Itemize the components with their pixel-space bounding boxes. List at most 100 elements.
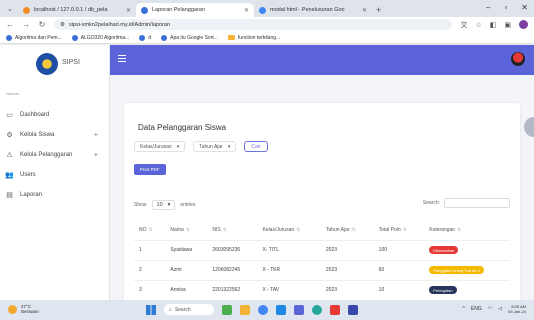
search-label: Search:: [422, 200, 440, 206]
search-button[interactable]: Cari: [244, 141, 268, 152]
chrome-app-icon[interactable]: [258, 304, 268, 315]
bookmark-folder[interactable]: function terbilang...: [227, 35, 280, 41]
sidebar-item-label: Laporan: [20, 192, 43, 198]
bookmark-favicon-icon: [6, 34, 12, 41]
entries-select[interactable]: 10 ▾: [151, 200, 176, 210]
violations-table: NO ⇅ Nama ⇅ NIS ⇅ Kelas/Jurusan ⇅ Tahun Ajar…: [134, 220, 510, 301]
close-window-icon[interactable]: ✕: [521, 3, 528, 12]
warning-icon: ⚠: [6, 152, 13, 159]
class-select-value: Kelas/Jurusan: [140, 143, 172, 150]
chevron-down-icon: ▾: [176, 143, 180, 150]
browser-tab-1[interactable]: Laporan Pelanggaran ✕: [136, 3, 254, 17]
status-badge: Dikeluarkan: [429, 246, 459, 254]
folder-icon: [227, 35, 235, 40]
reload-icon[interactable]: ↻: [38, 20, 46, 29]
browser-actions: 文 ☆ ◧ ▣: [460, 20, 528, 30]
app-icon[interactable]: [348, 304, 358, 315]
sidebar-section-label: Navbar: [6, 91, 19, 96]
column-header[interactable]: Nama ⇅: [165, 220, 208, 241]
volume-icon[interactable]: ◁: [498, 306, 502, 312]
extensions-icon[interactable]: ◧: [490, 21, 497, 29]
app-icon[interactable]: [330, 304, 340, 315]
store-app-icon[interactable]: [294, 304, 304, 315]
tab-title: localhost / 127.0.0.1 / db_pela: [34, 7, 108, 13]
tab-title: Laporan Pelanggaran: [152, 7, 205, 13]
entries-length: Show 10 ▾ entries: [134, 200, 195, 210]
sidebar-nav: ▭ Dashboard ⚙ Kelola Siswa + ⚠ Kelola Pe…: [0, 105, 110, 205]
back-icon[interactable]: ←: [6, 20, 14, 29]
widgets-app-icon[interactable]: [222, 304, 232, 315]
table-search: Search:: [423, 198, 510, 208]
url-text: sipsi-smkn2pelaihari.my.id/Admin/laporan: [68, 21, 171, 28]
tab-close-icon[interactable]: ✕: [244, 7, 249, 14]
table-row: 3 Annisa 2201322562 X - TAV 2023 10 Peri…: [134, 280, 510, 301]
bookmark-star-icon[interactable]: ☆: [475, 21, 481, 29]
taskbar-apps: ⌕ Search: [146, 304, 358, 315]
browser-tab-2[interactable]: modal html - Penelusuran Goo ✕: [254, 3, 372, 17]
column-header[interactable]: Keterangan ⇅: [424, 220, 510, 241]
column-header[interactable]: Tahun Ajar ⇅: [320, 220, 374, 241]
minimize-icon[interactable]: –: [486, 3, 490, 12]
filter-row: Kelas/Jurusan ▾ Tahun Ajar ▾ Cari: [134, 141, 268, 152]
wifi-icon[interactable]: ◠: [488, 306, 492, 312]
column-header[interactable]: NIS ⇅: [207, 220, 258, 241]
sidebar-item-kelola-pelanggaran[interactable]: ⚠ Kelola Pelanggaran +: [0, 145, 110, 165]
weather-text: Berawan: [21, 309, 39, 314]
hamburger-menu-icon[interactable]: [118, 55, 126, 62]
monitor-icon: ▭: [6, 112, 13, 119]
class-select[interactable]: Kelas/Jurusan ▾: [134, 141, 186, 152]
new-tab-icon[interactable]: +: [376, 5, 381, 15]
translate-icon[interactable]: 文: [460, 20, 467, 30]
tab-favicon-icon: [23, 6, 30, 14]
bookmark-favicon-icon: [139, 34, 146, 41]
table-row: 2 Azmi 1206082245 X - TKR 2023 60 Panggi…: [134, 260, 510, 281]
bookmark-item[interactable]: ALGO320 Algoritma...: [71, 34, 129, 41]
address-bar: ← → ↻ ⚙ sipsi-smkn2pelaihari.my.id/Admin…: [0, 17, 534, 32]
site-info-icon[interactable]: ⚙: [60, 22, 65, 28]
profile-avatar[interactable]: [519, 20, 528, 29]
user-avatar[interactable]: [511, 52, 525, 66]
sidebar-item-kelola-siswa[interactable]: ⚙ Kelola Siswa +: [0, 125, 110, 145]
sidebar-item-laporan[interactable]: ▤ Laporan: [0, 185, 110, 205]
vscode-app-icon[interactable]: [276, 304, 286, 315]
tab-close-icon[interactable]: ✕: [126, 7, 131, 14]
lang-indicator[interactable]: ENG: [471, 306, 482, 312]
taskbar-search[interactable]: ⌕ Search: [164, 304, 214, 315]
print-pdf-button[interactable]: Print PDF: [134, 164, 166, 175]
report-card: Data Pelanggaran Siswa Kelas/Jurusan ▾ T…: [124, 103, 520, 303]
column-header[interactable]: Total Poin ⇅: [373, 220, 425, 241]
tab-close-icon[interactable]: ✕: [362, 7, 367, 14]
maximize-icon[interactable]: ▫: [504, 3, 507, 12]
entries-label: entries: [180, 202, 196, 208]
expand-plus-icon[interactable]: +: [94, 132, 98, 139]
expand-plus-icon[interactable]: +: [94, 152, 98, 159]
windows-start-icon[interactable]: [146, 304, 156, 315]
sidebar: SIPSI Navbar ▭ Dashboard ⚙ Kelola Siswa …: [0, 45, 110, 300]
clock[interactable]: 8:39 AM 09-Jan-24: [508, 304, 526, 314]
bookmark-item[interactable]: d: [139, 34, 151, 41]
sidebar-item-dashboard[interactable]: ▭ Dashboard: [0, 105, 110, 125]
column-header[interactable]: NO ⇅: [134, 220, 166, 241]
chevron-down-icon: ▾: [227, 143, 231, 150]
show-label: Show: [134, 202, 147, 208]
forward-icon[interactable]: →: [22, 20, 30, 29]
chevron-up-icon[interactable]: ^: [463, 306, 465, 312]
status-badge: Panggilan Orang Tua ke-2: [429, 266, 484, 274]
file-explorer-icon[interactable]: [240, 304, 250, 315]
tab-search-icon[interactable]: ⌄: [4, 3, 16, 15]
system-tray: ^ ENG ◠ ◁ 8:39 AM 09-Jan-24: [463, 304, 526, 314]
sidebar-item-users[interactable]: 👥 Users: [0, 165, 110, 185]
edge-app-icon[interactable]: [312, 304, 322, 315]
sidebar-item-label: Dashboard: [20, 112, 50, 118]
bookmark-item[interactable]: Apa itu Google Sort...: [161, 34, 218, 41]
table-row: 1 Syaidawa 2603095236 X- TITL 2023 100 D…: [134, 240, 510, 261]
search-input[interactable]: [444, 198, 510, 208]
year-select[interactable]: Tahun Ajar ▾: [193, 141, 237, 152]
settings-handle[interactable]: [524, 117, 534, 137]
bookmark-item[interactable]: Algoritma dan Pem...: [6, 34, 62, 41]
column-header[interactable]: Kelas/Jurusan ⇅: [257, 220, 321, 241]
sidepanel-icon[interactable]: ▣: [504, 21, 511, 29]
weather-widget[interactable]: 27°C Berawan: [8, 304, 39, 314]
browser-tab-0[interactable]: localhost / 127.0.0.1 / db_pela ✕: [18, 3, 136, 17]
url-field[interactable]: ⚙ sipsi-smkn2pelaihari.my.id/Admin/lapor…: [54, 19, 453, 30]
